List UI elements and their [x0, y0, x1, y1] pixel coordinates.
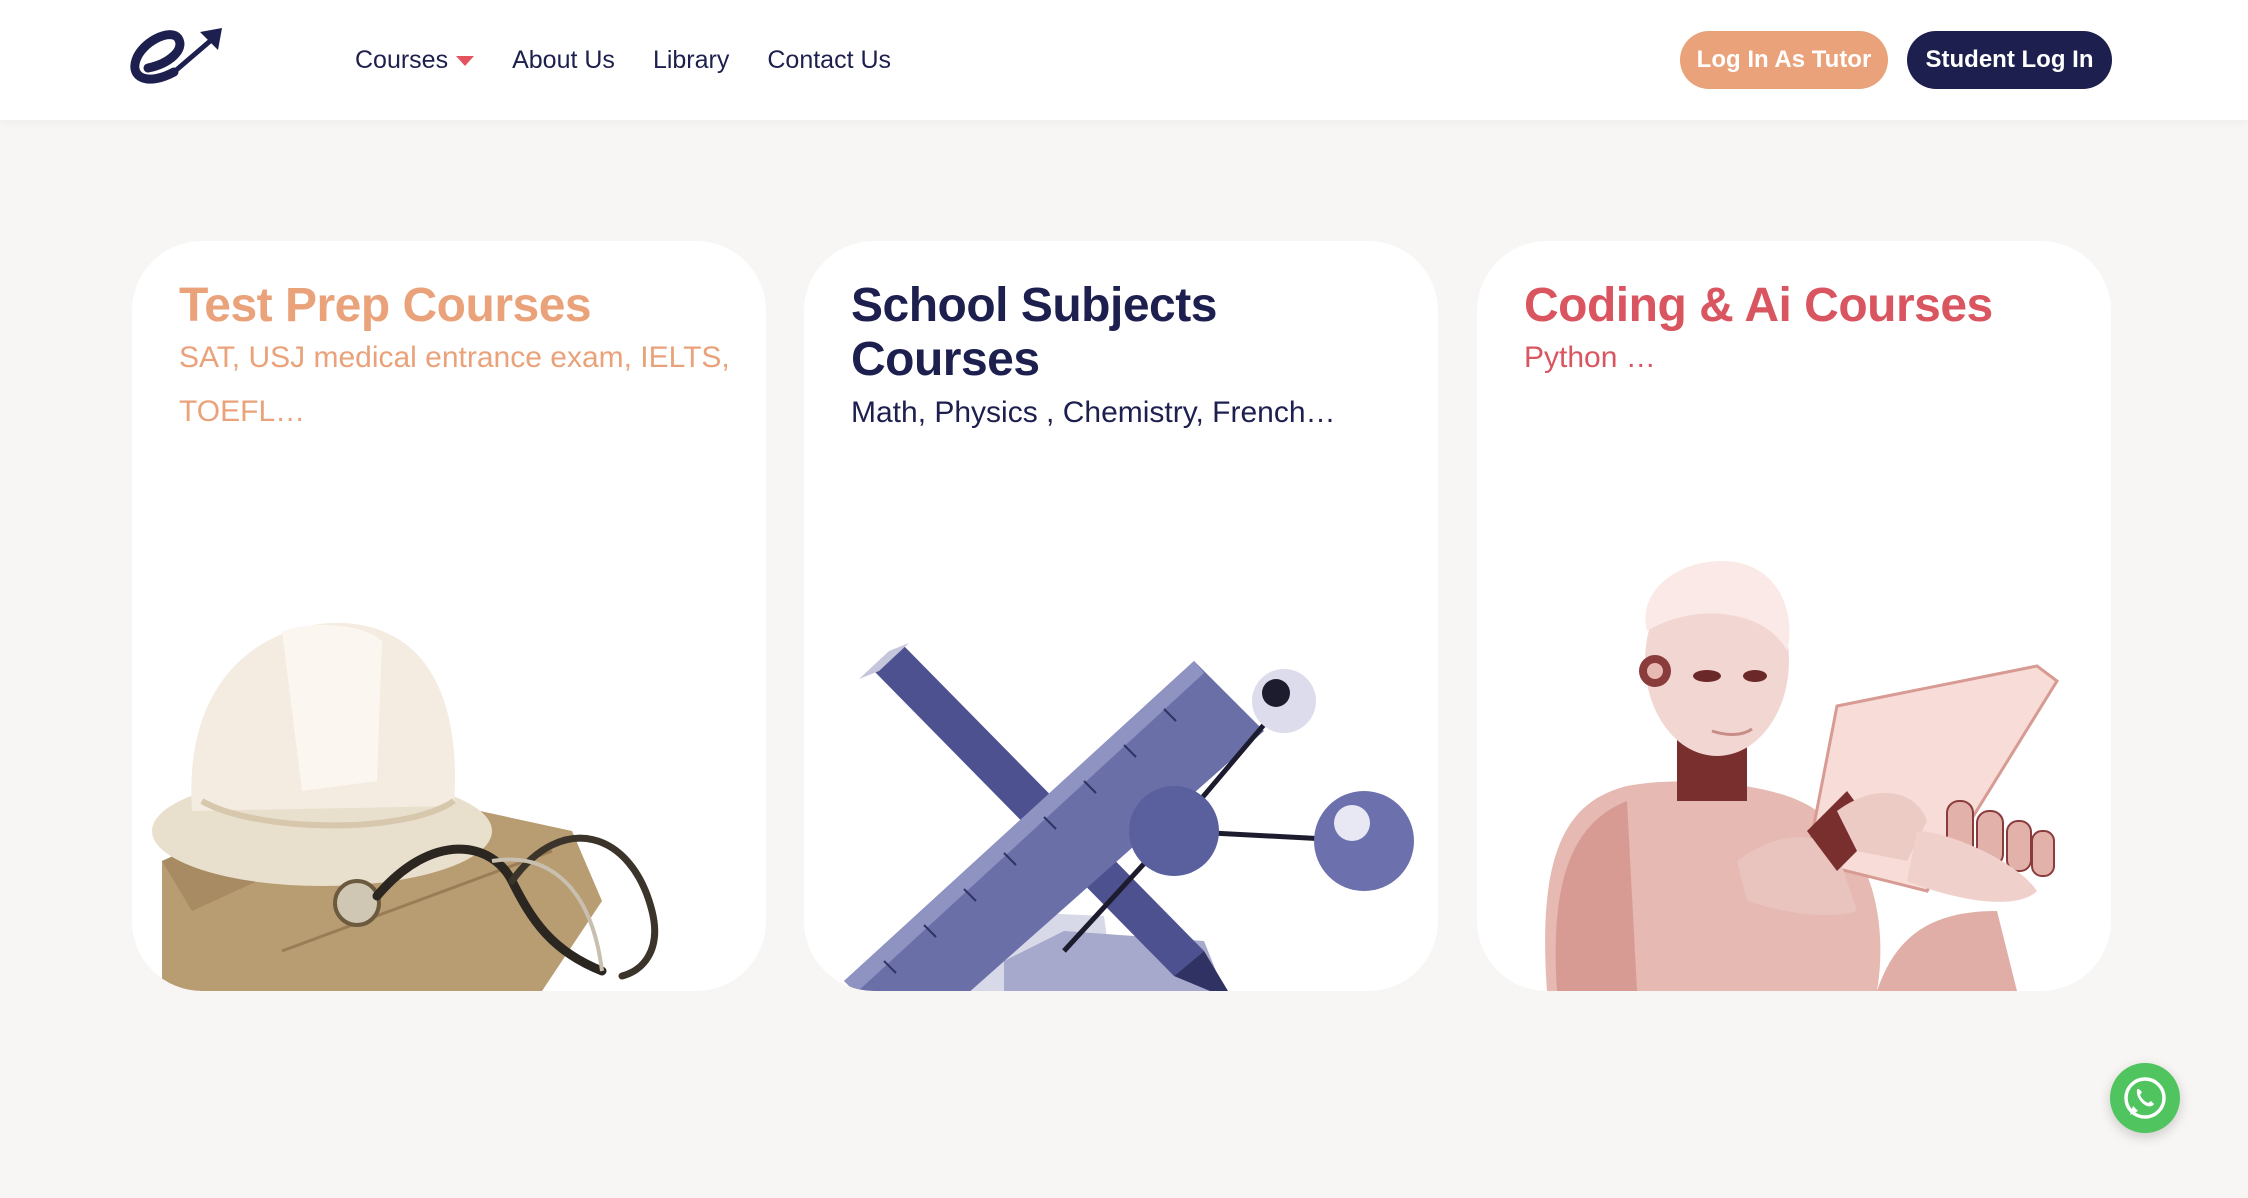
robot-with-tablet-illustration [1545, 561, 2059, 991]
whatsapp-icon [2124, 1077, 2166, 1119]
chevron-down-icon [456, 56, 475, 66]
card-subtitle: Math, Physics , Chemistry, French… [851, 396, 1336, 429]
card-subtitle: Python … [1524, 341, 1656, 374]
hard-hat-stethoscope-illustration [152, 622, 659, 991]
brand-logo-icon[interactable] [128, 20, 228, 90]
nav-library[interactable]: Library [653, 46, 729, 75]
whatsapp-button[interactable] [2110, 1063, 2180, 1133]
course-card-test-prep[interactable]: Test Prep Courses SAT, USJ medical entra… [132, 241, 766, 991]
card-title: School Subjects Courses [851, 279, 1217, 386]
nav-about-us[interactable]: About Us [512, 46, 615, 75]
card-title: Coding & Ai Courses [1524, 279, 1993, 332]
nav-courses-label: Courses [355, 45, 449, 74]
tutor-login-button[interactable]: Log In As Tutor [1680, 31, 1888, 89]
main-nav: Courses About Us Library Contact Us [355, 0, 891, 120]
ruler-pencil-molecule-illustration [844, 643, 1414, 991]
site-header: Courses About Us Library Contact Us Log … [0, 0, 2248, 120]
student-login-button[interactable]: Student Log In [1907, 31, 2112, 89]
nav-about-us-label: About Us [512, 45, 615, 74]
nav-courses[interactable]: Courses [355, 45, 475, 75]
nav-library-label: Library [652, 45, 730, 74]
nav-contact-us-label: Contact Us [767, 45, 892, 74]
nav-contact-us[interactable]: Contact Us [767, 46, 891, 75]
card-subtitle: SAT, USJ medical entrance exam, IELTS, T… [179, 341, 730, 428]
card-title: Test Prep Courses [179, 279, 592, 332]
course-card-school-subjects[interactable]: School Subjects Courses Math, Physics , … [804, 241, 1438, 991]
course-card-coding-ai[interactable]: Coding & Ai Courses Python … [1477, 241, 2111, 991]
